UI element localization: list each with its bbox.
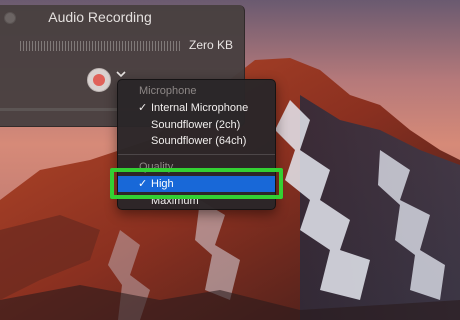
menu-item-label: Soundflower (2ch) [151, 119, 241, 131]
menu-item-soundflower-2ch[interactable]: Soundflower (2ch) [118, 117, 275, 133]
audio-level-meter [20, 41, 180, 51]
menu-item-label: Internal Microphone [151, 102, 249, 114]
window-title: Audio Recording [48, 9, 152, 25]
menu-item-soundflower-64ch[interactable]: Soundflower (64ch) [118, 133, 275, 149]
menu-item-internal-microphone[interactable]: ✓ Internal Microphone [118, 100, 275, 116]
record-icon [93, 74, 105, 86]
checkmark-icon: ✓ [138, 102, 148, 114]
microphone-heading: Microphone [139, 85, 197, 97]
record-button[interactable] [87, 68, 111, 92]
menu-item-label: Soundflower (64ch) [151, 135, 247, 147]
highlight-annotation [110, 168, 283, 199]
file-size-label: Zero KB [188, 38, 233, 52]
menu-separator [118, 154, 275, 155]
